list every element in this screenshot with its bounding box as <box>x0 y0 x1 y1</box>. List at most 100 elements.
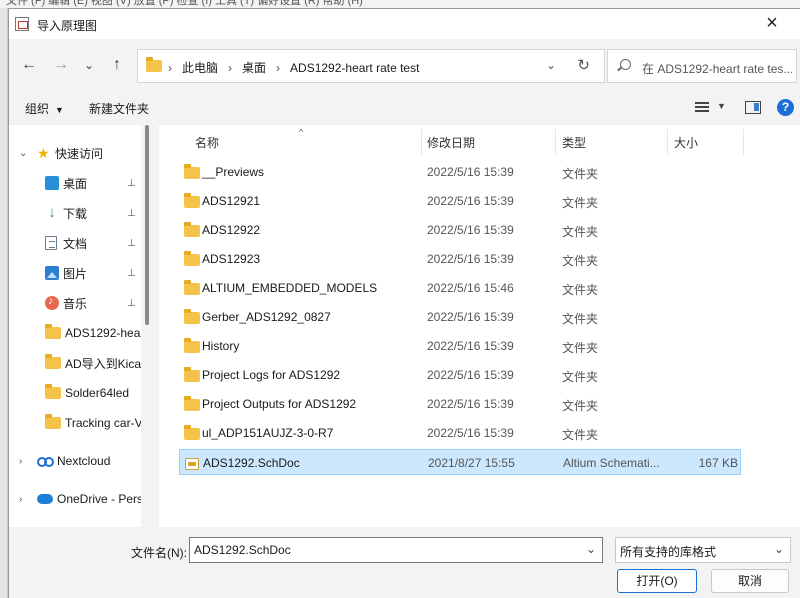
chevron-down-icon[interactable]: ⌄ <box>774 542 784 556</box>
sidebar-item-downloads[interactable]: ↓ 下载 ⊥ <box>9 199 141 227</box>
column-header-size[interactable]: 大小 <box>674 134 698 151</box>
breadcrumb-separator: › <box>168 60 172 75</box>
close-button[interactable]: × <box>762 13 782 33</box>
file-row-folder[interactable]: ADS12921 2022/5/16 15:39 文件夹 <box>179 188 741 214</box>
address-bar[interactable]: › 此电脑 › 桌面 › ADS1292-heart rate test ⌄ ↻ <box>137 49 605 83</box>
file-row-folder[interactable]: Project Logs for ADS1292 2022/5/16 15:39 文… <box>179 362 741 388</box>
breadcrumb-item-this-pc[interactable]: 此电脑 <box>182 59 218 76</box>
pin-icon: ⊥ <box>127 297 136 309</box>
folder-icon <box>45 414 61 429</box>
file-modified-date: 2022/5/16 15:39 <box>427 252 514 266</box>
file-row-folder[interactable]: __Previews 2022/5/16 15:39 文件夹 <box>179 159 741 185</box>
breadcrumb-separator: › <box>276 60 281 75</box>
column-divider[interactable] <box>667 129 668 155</box>
help-icon[interactable]: ? <box>777 99 794 116</box>
file-name: Project Outputs for ADS1292 <box>202 397 357 411</box>
background-app-strip <box>0 8 8 598</box>
expand-chevron-icon[interactable]: ⌄ <box>19 148 27 159</box>
command-toolbar: 组织 ▼ 新建文件夹 ▼ ? <box>9 91 800 125</box>
column-header-modified[interactable]: 修改日期 <box>427 134 475 151</box>
up-arrow-icon[interactable]: ↑ <box>107 55 127 75</box>
file-row-folder[interactable]: ALTIUM_EMBEDDED_MODELS 2022/5/16 15:46 文件夹 <box>179 275 741 301</box>
dialog-titlebar: 导入原理图 × <box>9 9 800 39</box>
new-folder-button[interactable]: 新建文件夹 <box>89 100 149 117</box>
sidebar-item-folder[interactable]: ADS1292-heart <box>9 319 141 347</box>
folder-icon <box>146 57 162 72</box>
refresh-icon[interactable]: ↻ <box>577 56 590 74</box>
organize-label: 组织 <box>25 102 50 116</box>
file-row-folder[interactable]: History 2022/5/16 15:39 文件夹 <box>179 333 741 359</box>
filename-field[interactable]: ADS1292.SchDoc ⌄ <box>189 537 603 563</box>
nextcloud-icon <box>37 456 54 467</box>
folder-icon <box>184 338 200 353</box>
file-name: ADS12921 <box>202 194 261 208</box>
column-divider[interactable] <box>555 129 556 155</box>
file-name: Gerber_ADS1292_0827 <box>202 310 331 324</box>
sidebar-item-label: 快速访问 <box>55 146 104 161</box>
folder-icon <box>184 193 200 208</box>
desktop-icon <box>45 176 59 190</box>
file-row-folder[interactable]: ul_ADP151AUJZ-3-0-R7 2022/5/16 15:39 文件夹 <box>179 420 741 446</box>
chevron-down-icon[interactable]: ⌄ <box>586 542 596 556</box>
expand-chevron-icon[interactable]: › <box>19 494 22 505</box>
file-row-folder[interactable]: ADS12923 2022/5/16 15:39 文件夹 <box>179 246 741 272</box>
view-options-caret-icon[interactable]: ▼ <box>717 101 726 111</box>
navigation-scrollbar[interactable] <box>145 125 149 325</box>
sidebar-item-music[interactable]: 音乐 ⊥ <box>9 289 141 317</box>
onedrive-cloud-icon <box>37 494 53 504</box>
column-header-type[interactable]: 类型 <box>562 134 586 151</box>
expand-chevron-icon[interactable]: › <box>19 456 22 467</box>
sidebar-item-folder[interactable]: Tracking car-V <box>9 409 141 437</box>
column-header-name[interactable]: 名称 <box>195 134 219 151</box>
sidebar-item-label: 图片 <box>63 266 88 281</box>
documents-icon <box>45 236 57 250</box>
filename-value: ADS1292.SchDoc <box>194 543 291 557</box>
file-row-folder[interactable]: ADS12922 2022/5/16 15:39 文件夹 <box>179 217 741 243</box>
folder-icon <box>184 280 200 295</box>
sidebar-item-documents[interactable]: 文档 ⊥ <box>9 229 141 257</box>
file-type-select[interactable]: 所有支持的库格式 ⌄ <box>615 537 791 563</box>
preview-pane-icon[interactable] <box>745 101 761 114</box>
file-type: 文件夹 <box>562 428 599 442</box>
file-modified-date: 2022/5/16 15:46 <box>427 281 514 295</box>
file-row-folder[interactable]: Gerber_ADS1292_0827 2022/5/16 15:39 文件夹 <box>179 304 741 330</box>
file-modified-date: 2022/5/16 15:39 <box>427 397 514 411</box>
organize-button[interactable]: 组织 ▼ <box>25 100 64 117</box>
pin-icon: ⊥ <box>127 177 136 189</box>
search-input[interactable]: 在 ADS1292-heart rate tes... <box>607 49 797 83</box>
column-divider[interactable] <box>421 129 422 155</box>
breadcrumb-item-desktop[interactable]: 桌面 <box>242 59 266 76</box>
file-type: 文件夹 <box>562 341 599 355</box>
sidebar-item-quick-access[interactable]: ⌄ ★ 快速访问 <box>9 139 141 167</box>
file-row-document[interactable]: ADS1292.SchDoc 2021/8/27 15:55 Altium Sche… <box>179 449 741 475</box>
sidebar-item-pictures[interactable]: 图片 ⊥ <box>9 259 141 287</box>
column-divider[interactable] <box>743 129 744 155</box>
file-type: 文件夹 <box>562 399 599 413</box>
file-name: ADS1292.SchDoc <box>203 456 300 470</box>
sidebar-item-folder[interactable]: AD导入到Kicad <box>9 349 141 377</box>
import-schematic-dialog: 导入原理图 × ← → ⌄ ↑ › 此电脑 › 桌面 › ADS1292-hea… <box>8 8 800 598</box>
breadcrumb-item-current-folder[interactable]: ADS1292-heart rate test <box>290 61 419 75</box>
folder-icon <box>45 354 61 369</box>
background-app-menubar: 文件 (F) 编辑 (E) 视图 (V) 放置 (P) 检查 (I) 工具 (T… <box>0 0 800 8</box>
sidebar-item-folder[interactable]: Solder64led <box>9 379 141 407</box>
sidebar-item-desktop[interactable]: 桌面 ⊥ <box>9 169 141 197</box>
view-list-icon[interactable] <box>695 102 709 112</box>
back-arrow-icon[interactable]: ← <box>19 55 39 75</box>
dialog-title: 导入原理图 <box>37 19 98 33</box>
search-icon <box>620 59 631 70</box>
forward-arrow-icon[interactable]: → <box>51 55 71 75</box>
address-dropdown-chevron-icon[interactable]: ⌄ <box>546 58 556 72</box>
recent-locations-chevron-icon[interactable]: ⌄ <box>79 55 99 75</box>
sidebar-item-nextcloud[interactable]: › Nextcloud <box>9 447 141 475</box>
file-name: __Previews <box>202 165 265 179</box>
file-row-folder[interactable]: Project Outputs for ADS1292 2022/5/16 15:… <box>179 391 741 417</box>
folder-icon <box>184 222 200 237</box>
pin-icon: ⊥ <box>127 207 136 219</box>
folder-icon <box>184 251 200 266</box>
sidebar-item-label: Solder64led <box>65 386 130 400</box>
sidebar-item-onedrive[interactable]: › OneDrive - Pers <box>9 485 141 513</box>
open-button[interactable]: 打开(O) <box>617 569 697 593</box>
dialog-footer: 文件名(N): ADS1292.SchDoc ⌄ 所有支持的库格式 ⌄ 打开(O… <box>9 527 800 598</box>
cancel-button[interactable]: 取消 <box>711 569 789 593</box>
